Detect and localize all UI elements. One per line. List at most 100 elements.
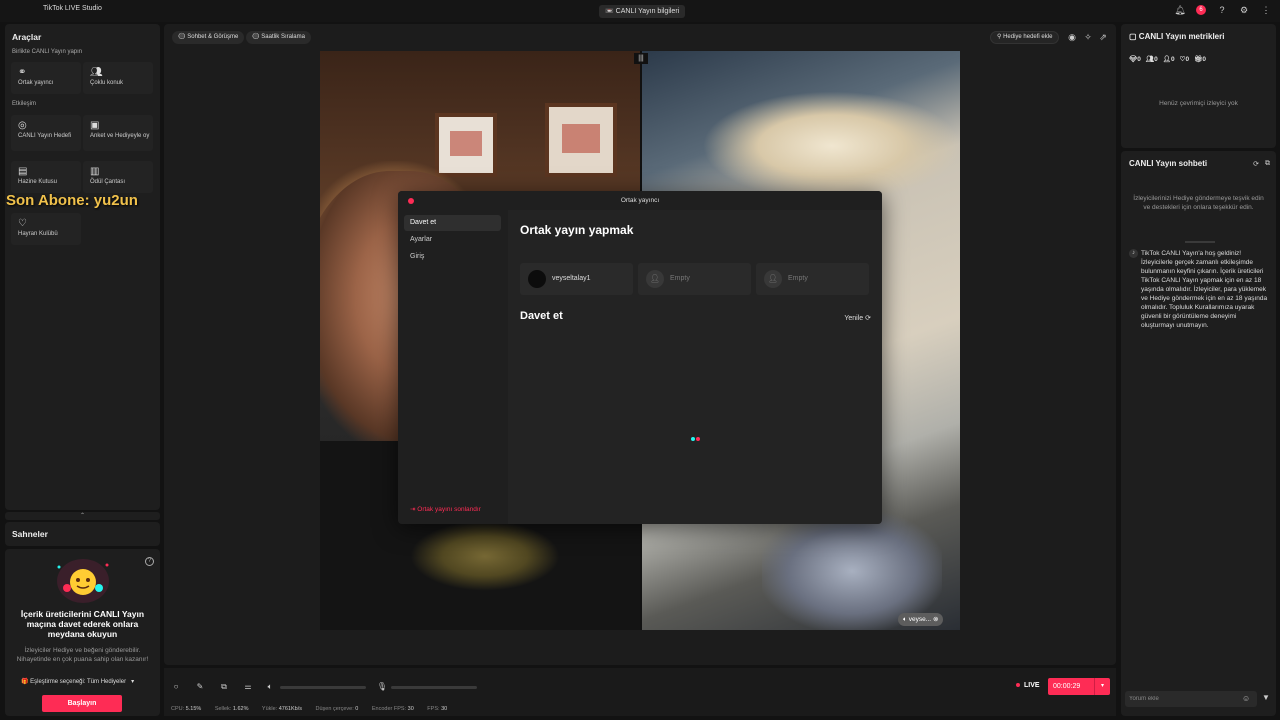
mic-slider[interactable] bbox=[391, 686, 477, 689]
notification-badge[interactable]: 6 bbox=[1196, 5, 1206, 15]
tool-reward[interactable]: ▥ Ödül Çantası bbox=[83, 161, 153, 193]
live-info-button[interactable]: 📼 CANLI Yayın bilgileri bbox=[599, 5, 686, 18]
metric-gifts: 🎁︎0 bbox=[1194, 56, 1207, 63]
promo-description: İzleyiciler Hediye ve beğeni gönderebili… bbox=[16, 647, 149, 663]
add-gift-goal-button[interactable]: ⚲ Hediye hedefi ekle bbox=[990, 31, 1060, 44]
pill-ranking-label: Saatlik Sıralama bbox=[261, 34, 305, 40]
chat-title: CANLI Yayın sohbeti bbox=[1129, 159, 1208, 168]
link-icon: ⚭ bbox=[18, 67, 27, 78]
emoji-icon[interactable]: ☺ bbox=[1242, 694, 1250, 703]
blurred-object bbox=[702, 91, 960, 201]
dialog-header: Ortak yayıncı bbox=[398, 191, 882, 210]
chart-icon: ▢ bbox=[1129, 32, 1137, 41]
control-bar: ○ ✎ ⧉ ⚌ 🔈︎ 🎙︎ LIVE 00:00:29 ▾ CPU: 5.15%… bbox=[164, 668, 1116, 716]
loading-spinner bbox=[691, 436, 701, 443]
metric-viewers-value: 0 bbox=[1154, 56, 1158, 63]
help-icon[interactable]: ? bbox=[145, 557, 154, 566]
dialog-title: Ortak yayıncı bbox=[620, 197, 660, 204]
refresh-button[interactable]: Yenile ⟳ bbox=[844, 314, 871, 322]
pill-chat-call[interactable]: 🟡︎ Sohbet & Görüşme bbox=[172, 31, 245, 44]
metrics-title-text: CANLI Yayın metrikleri bbox=[1138, 32, 1225, 41]
tool-poll[interactable]: ▣ Anket ve Hediyeyle oy bbox=[83, 115, 153, 151]
no-viewers-text: Henüz çevrimiçi izleyici yok bbox=[1159, 100, 1238, 107]
match-option-select[interactable]: 🎁 Eşleştirme seçeneği: Tüm Hediyeler ▾ bbox=[21, 678, 134, 685]
heart-icon: ♡ bbox=[18, 218, 27, 229]
tool-fanclub[interactable]: ♡ Hayran Kulübü bbox=[11, 213, 81, 245]
more-icon[interactable]: ⋮ bbox=[1260, 4, 1272, 16]
tool-live-goal[interactable]: ◎ CANLI Yayın Hedefi bbox=[11, 115, 81, 151]
live-dot bbox=[1016, 683, 1020, 688]
stat-label: Sellek: bbox=[214, 706, 232, 712]
app-title: TikTok LIVE Studio bbox=[43, 5, 102, 12]
guest-name-tag[interactable]: 🔈︎ veyse... ⊗ bbox=[898, 613, 944, 626]
tool-treasure[interactable]: ▤ Hazine Kutusu bbox=[11, 161, 81, 193]
stat-label: CPU: bbox=[171, 706, 185, 712]
cohost-dialog: Ortak yayıncı Davet et Ayarlar Giriş ⇥ O… bbox=[398, 191, 882, 524]
section-together: Birlikte CANLI Yayın yapın bbox=[12, 49, 83, 55]
microphone-icon[interactable]: 🎙︎ bbox=[376, 681, 388, 693]
share-icon[interactable]: ⇗ bbox=[1097, 31, 1109, 43]
refresh-icon: ⟳ bbox=[865, 315, 871, 322]
comment-input[interactable] bbox=[1125, 691, 1257, 707]
cohost-slot[interactable]: 👤︎ Empty bbox=[756, 263, 869, 295]
effects-icon[interactable]: ✧ bbox=[1082, 31, 1094, 43]
gift-goal-label: Hediye hedefi ekle bbox=[1003, 34, 1053, 40]
refresh-icon[interactable]: ⟳ bbox=[1253, 160, 1259, 168]
layers-icon[interactable]: ⧉ bbox=[218, 681, 230, 693]
speaker-icon[interactable]: 🔈︎ bbox=[264, 681, 276, 693]
metric-diamonds-value: 0 bbox=[1137, 56, 1141, 63]
cohost-slot[interactable]: veyseltalay1 bbox=[520, 263, 633, 295]
chevron-down-icon[interactable]: ▾ bbox=[1094, 678, 1110, 695]
section-interaction: Etkileşim bbox=[12, 101, 37, 107]
stat-label: Encoder FPS: bbox=[371, 706, 407, 712]
equalizer-icon[interactable]: ⚌ bbox=[242, 681, 254, 693]
collapse-toggle[interactable]: ⌃ bbox=[5, 512, 160, 520]
stat-upload: 4761Kb/s bbox=[278, 706, 302, 712]
filter-icon[interactable]: ▼ bbox=[1262, 693, 1270, 702]
record-icon[interactable]: ◉ bbox=[1066, 31, 1078, 43]
end-cohost-button[interactable]: ⇥ Ortak yayını sonlandır bbox=[410, 505, 481, 513]
match-promo-panel: ? İçerik üreticilerini CANLI Yayın maçın… bbox=[5, 549, 160, 716]
tool-multiguest[interactable]: 👥︎ Çoklu konuk bbox=[83, 62, 153, 94]
volume-slider[interactable] bbox=[280, 686, 366, 689]
dialog-nav: Davet et Ayarlar Giriş ⇥ Ortak yayını so… bbox=[398, 210, 508, 524]
stat-cpu: 5.15% bbox=[185, 706, 202, 712]
invite-heading: Davet et bbox=[520, 310, 563, 322]
metric-diamonds: 💎︎0 bbox=[1129, 56, 1141, 63]
bell-icon[interactable]: 🔔︎ bbox=[1174, 4, 1186, 16]
stat-label: Düşen çerçeve: bbox=[315, 706, 354, 712]
help-icon[interactable]: ? bbox=[1216, 4, 1228, 16]
nav-settings[interactable]: Ayarlar bbox=[404, 232, 501, 248]
tool-cohost-label: Ortak yayıncı bbox=[18, 80, 54, 86]
cohost-name: veyseltalay1 bbox=[552, 275, 591, 282]
refresh-label: Yenile bbox=[844, 315, 864, 322]
record-icon[interactable]: ○ bbox=[170, 681, 182, 693]
close-icon[interactable]: ⊗ bbox=[933, 616, 938, 623]
match-option-label: 🎁 Eşleştirme seçeneği: Tüm Hediyeler bbox=[21, 679, 127, 685]
nav-invite[interactable]: Davet et bbox=[404, 215, 501, 231]
welcome-message: TikTok CANLI Yayın'a hoş geldiniz! İzley… bbox=[1141, 250, 1268, 329]
end-live-button[interactable]: 00:00:29 ▾ bbox=[1048, 678, 1110, 695]
popout-icon[interactable]: ⧉ bbox=[1265, 160, 1270, 168]
cohost-name: Empty bbox=[788, 275, 808, 282]
settings-icon[interactable]: ⚙ bbox=[1238, 4, 1250, 16]
loader-dot bbox=[696, 437, 700, 441]
scenes-title: Sahneler bbox=[12, 529, 48, 539]
stat-label: Yükle: bbox=[261, 706, 278, 712]
tools-panel: Araçlar Birlikte CANLI Yayın yapın ⚭ Ort… bbox=[5, 24, 160, 510]
nav-login[interactable]: Giriş bbox=[404, 249, 501, 265]
chat-icons: ⟳ ⧉ bbox=[1253, 160, 1270, 168]
cohost-slot[interactable]: 👤︎ Empty bbox=[638, 263, 751, 295]
tools-title: Araçlar bbox=[12, 32, 42, 42]
metric-followers: 👤︎0 bbox=[1162, 56, 1175, 63]
user-icon: 👤︎ bbox=[764, 270, 782, 288]
pen-icon[interactable]: ✎ bbox=[194, 681, 206, 693]
tool-cohost[interactable]: ⚭ Ortak yayıncı bbox=[11, 62, 81, 94]
gift-hint-text: İzleyicilerinizi Hediye göndermeye teşvi… bbox=[1133, 195, 1264, 211]
pill-hourly-ranking[interactable]: 🟡︎ Saatlik Sıralama bbox=[246, 31, 311, 44]
stat-drop: 1.62% bbox=[232, 706, 249, 712]
start-match-button[interactable]: Başlayın bbox=[42, 695, 122, 712]
metric-viewers: 👥︎0 bbox=[1145, 56, 1158, 63]
shirt-print bbox=[410, 521, 560, 591]
pin-icon: ⚲ bbox=[997, 34, 1002, 40]
